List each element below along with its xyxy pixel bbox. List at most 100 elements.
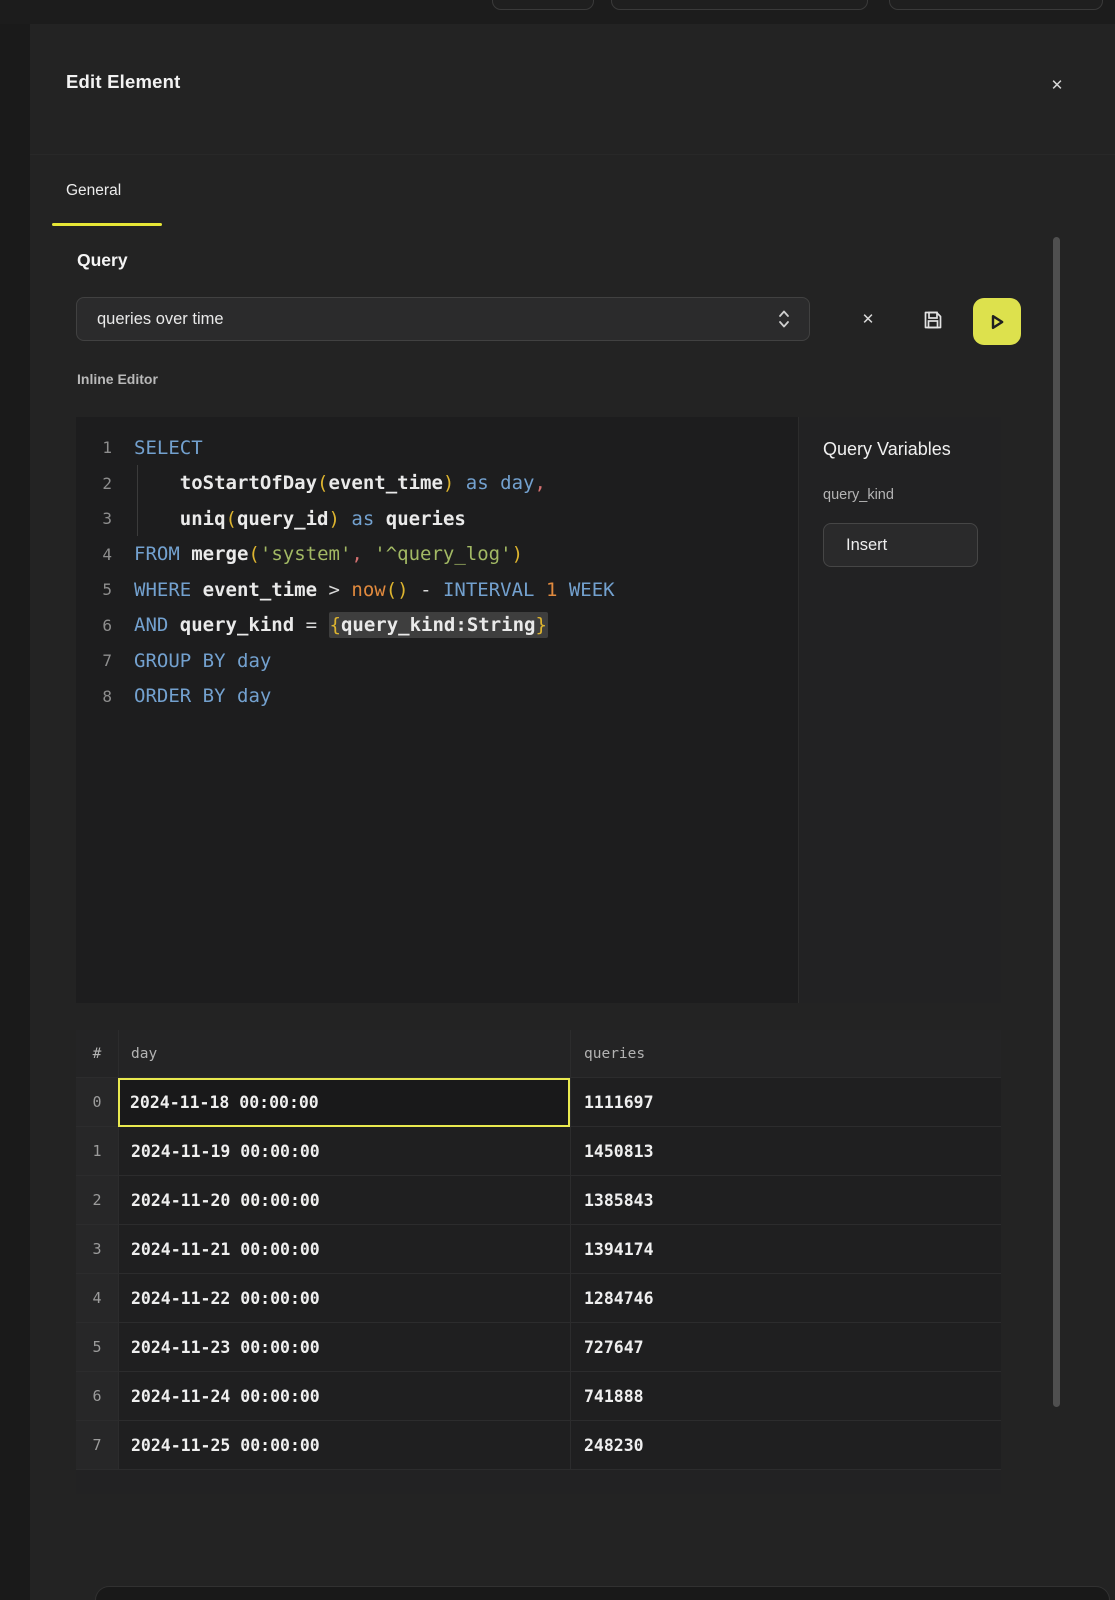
modal-scrollbar-thumb[interactable] (1053, 237, 1060, 1407)
code-token: ) (443, 472, 454, 494)
row-index-cell: 2 (76, 1176, 118, 1225)
day-cell[interactable]: 2024-11-18 00:00:00 (118, 1078, 570, 1127)
query-section-heading: Query (77, 250, 128, 271)
line-number: 1 (76, 438, 112, 457)
code-token: WEEK (569, 579, 615, 601)
floppy-save-icon (921, 308, 945, 332)
code-token (432, 579, 443, 601)
day-cell[interactable]: 2024-11-19 00:00:00 (118, 1127, 570, 1176)
code-token: ) (329, 508, 340, 530)
column-header-index[interactable]: # (76, 1030, 118, 1078)
code-token (535, 579, 546, 601)
queries-cell[interactable]: 1284746 (570, 1274, 1001, 1323)
table-row: 22024-11-20 00:00:001385843 (76, 1176, 1001, 1225)
table-header-row: # day queries (76, 1030, 1001, 1078)
code-token: toStartOfDay (180, 472, 317, 494)
query-variable-token: {query_kind:String} (329, 612, 548, 638)
tab-general[interactable]: General (66, 182, 121, 200)
modal-title: Edit Element (66, 71, 180, 93)
code-token: 'system' (260, 543, 352, 565)
query-select-value: queries over time (97, 310, 777, 329)
code-line: 1 SELECT (76, 430, 798, 466)
code-token: query_kind:String (341, 614, 535, 636)
queries-cell[interactable]: 1385843 (570, 1176, 1001, 1225)
code-token: BY (203, 650, 226, 672)
code-text: AND query_kind = {query_kind:String} (134, 614, 548, 636)
column-header-queries[interactable]: queries (570, 1030, 1001, 1078)
day-cell[interactable]: 2024-11-20 00:00:00 (118, 1176, 570, 1225)
code-token (226, 685, 237, 707)
background-toolbar-button[interactable] (889, 0, 1103, 10)
code-token (226, 650, 237, 672)
code-token: 1 (546, 579, 557, 601)
row-index-cell: 3 (76, 1225, 118, 1274)
insert-variable-button[interactable]: Insert (823, 523, 978, 567)
code-text: ORDER BY day (134, 685, 271, 707)
background-toolbar-button[interactable] (611, 0, 868, 10)
code-token (340, 508, 351, 530)
day-cell[interactable]: 2024-11-24 00:00:00 (118, 1372, 570, 1421)
day-cell[interactable]: 2024-11-23 00:00:00 (118, 1323, 570, 1372)
code-token (168, 614, 179, 636)
code-line: 6AND query_kind = {query_kind:String} (76, 608, 798, 644)
code-token: } (535, 614, 546, 636)
code-line: 7GROUP BY day (76, 643, 798, 679)
background-toolbar (0, 0, 1115, 24)
edit-element-modal: Edit Element ✕ General Query queries ove… (30, 24, 1115, 1600)
row-index-cell: 6 (76, 1372, 118, 1421)
code-text: FROM merge('system', '^query_log') (134, 543, 523, 565)
query-variables-panel: Query Variables query_kind Insert (798, 417, 1001, 1003)
save-query-button[interactable] (919, 306, 947, 334)
query-variables-heading: Query Variables (823, 439, 951, 460)
column-header-day[interactable]: day (118, 1030, 570, 1078)
clear-query-button[interactable]: ✕ (854, 305, 882, 333)
code-token: = (306, 614, 317, 636)
table-row: 02024-11-18 00:00:001111697 (76, 1078, 1001, 1127)
code-token (191, 650, 202, 672)
code-token: now (351, 579, 385, 601)
code-token: , (351, 543, 362, 565)
line-number: 4 (76, 545, 112, 564)
close-icon[interactable]: ✕ (1043, 71, 1071, 99)
code-token: event_time (203, 579, 317, 601)
line-number: 5 (76, 580, 112, 599)
queries-cell[interactable]: 1394174 (570, 1225, 1001, 1274)
code-token (489, 472, 500, 494)
queries-cell[interactable]: 1450813 (570, 1127, 1001, 1176)
code-token: uniq (180, 508, 226, 530)
code-token: ) (512, 543, 523, 565)
day-cell[interactable]: 2024-11-21 00:00:00 (118, 1225, 570, 1274)
code-token: GROUP (134, 650, 191, 672)
query-select[interactable]: queries over time (76, 297, 810, 341)
queries-cell[interactable]: 727647 (570, 1323, 1001, 1372)
queries-cell[interactable]: 741888 (570, 1372, 1001, 1421)
run-query-button[interactable] (973, 298, 1021, 345)
row-index-cell: 4 (76, 1274, 118, 1323)
tab-active-underline (52, 223, 162, 226)
code-token: ( (317, 472, 328, 494)
code-token: ( (226, 508, 237, 530)
queries-cell[interactable]: 248230 (570, 1421, 1001, 1470)
background-bottom-sheet (95, 1586, 1110, 1600)
inline-editor-label: Inline Editor (77, 371, 158, 387)
code-token: '^query_log' (374, 543, 511, 565)
day-cell[interactable]: 2024-11-22 00:00:00 (118, 1274, 570, 1323)
indent-guide (137, 465, 138, 536)
chevron-updown-icon (777, 308, 791, 330)
code-token: { (330, 614, 341, 636)
queries-cell[interactable]: 1111697 (570, 1078, 1001, 1127)
table-row: 32024-11-21 00:00:001394174 (76, 1225, 1001, 1274)
code-token (317, 614, 328, 636)
code-token: SELECT (134, 437, 203, 459)
code-text: toStartOfDay(event_time) as day, (134, 472, 546, 494)
sql-editor[interactable]: 1SELECT2 toStartOfDay(event_time) as day… (76, 417, 798, 1003)
code-token: event_time (329, 472, 443, 494)
table-row: 42024-11-22 00:00:001284746 (76, 1274, 1001, 1323)
background-toolbar-button[interactable] (492, 0, 594, 10)
row-index-cell: 7 (76, 1421, 118, 1470)
day-cell[interactable]: 2024-11-25 00:00:00 (118, 1421, 570, 1470)
code-token: - (420, 579, 431, 601)
line-number: 8 (76, 687, 112, 706)
code-text: WHERE event_time > now() - INTERVAL 1 WE… (134, 579, 615, 601)
variable-name-label: query_kind (823, 487, 894, 503)
